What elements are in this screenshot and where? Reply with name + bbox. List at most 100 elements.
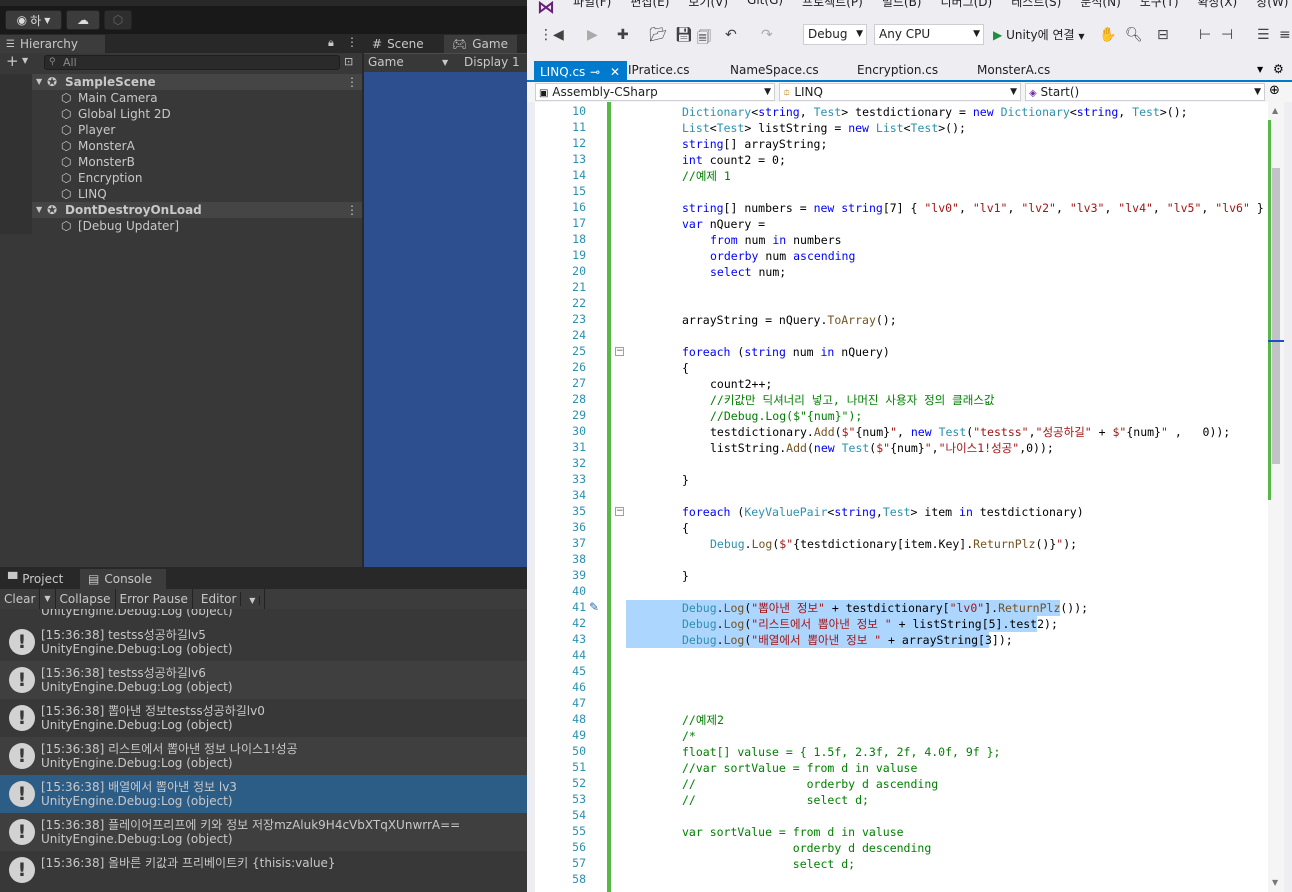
- scroll-down-icon[interactable]: ▼: [1272, 878, 1278, 887]
- new-item-icon[interactable]: ✚: [617, 27, 629, 43]
- menu-item[interactable]: 빌드(B): [882, 0, 922, 10]
- clear-options-dropdown[interactable]: ▼: [40, 589, 56, 609]
- collab-button[interactable]: ⬡: [104, 10, 132, 30]
- code-token: Dictionary: [682, 105, 752, 119]
- project-dropdown[interactable]: ▣ Assembly-CSharp ▼: [535, 83, 775, 101]
- scroll-up-icon[interactable]: ▲: [1272, 106, 1278, 115]
- code-token: foreach: [682, 505, 731, 519]
- tab-label: MonsterA.cs: [977, 63, 1051, 77]
- editor-vertical-scrollbar[interactable]: ▲ ▼: [1268, 102, 1284, 892]
- add-icon[interactable]: +: [6, 52, 19, 70]
- menu-item[interactable]: Git(G): [747, 0, 783, 10]
- tab-overflow-icon[interactable]: ▼: [1257, 65, 1263, 74]
- cloud-button[interactable]: ☁: [66, 10, 100, 30]
- hierarchy-item[interactable]: ⬡ Player: [0, 122, 362, 138]
- more-menu-icon[interactable]: ⋮: [346, 202, 358, 218]
- back-icon[interactable]: ◀: [553, 27, 564, 43]
- code-token: from: [710, 233, 738, 247]
- menu-item[interactable]: 테스트(S): [1011, 0, 1061, 10]
- clear-button[interactable]: Clear: [0, 589, 41, 609]
- console-log-entry[interactable]: ! [15:36:38] 올바른 키값과 프리베이트키 {thisis:value…: [0, 851, 527, 889]
- console-log-entry[interactable]: ! [15:36:38] testss성공하길lv6 UnityEngine.Deb…: [0, 661, 527, 699]
- hierarchy-item[interactable]: ⬡ Main Camera: [0, 90, 362, 106]
- hierarchy-item[interactable]: ⬡ Global Light 2D: [0, 106, 362, 122]
- menu-item[interactable]: 창(W): [1256, 0, 1288, 10]
- console-log-entry[interactable]: ! [15:36:38] 뽑아낸 정보testss성공하길lv0 UnityEngi…: [0, 699, 527, 737]
- display-dropdown[interactable]: Display 1: [464, 55, 520, 69]
- bookmark-next-icon[interactable]: ⊣: [1221, 27, 1233, 43]
- hierarchy-scene-row[interactable]: ▼ ✪ DontDestroyOnLoad ⋮: [0, 202, 362, 218]
- console-log-entry[interactable]: ! [15:36:38] 배열에서 뽑아낸 정보 lv3 UnityEngine.D…: [0, 775, 527, 813]
- expand-arrow-icon[interactable]: ▼: [36, 202, 42, 218]
- console-log-entry[interactable]: ! [15:36:38] 플레이어프리프에 키와 정보 저장mzAluk9H4cV…: [0, 813, 527, 851]
- editor-dropdown[interactable]: Editor ▼: [193, 589, 266, 609]
- code-editor[interactable]: 10 Dictionary<string, Test> testdictionar…: [535, 102, 1268, 892]
- game-view-dropdown[interactable]: Game: [368, 55, 404, 69]
- configuration-dropdown[interactable]: Debug ▼: [803, 24, 867, 45]
- code-line: var nQuery =: [535, 216, 1268, 232]
- code-token: ReturnPlz: [973, 537, 1036, 551]
- tab-scene[interactable]: # Scene: [364, 35, 444, 53]
- tab-project[interactable]: ▀ Project: [0, 569, 71, 589]
- account-button[interactable]: ◉ 하 ▼: [5, 10, 62, 30]
- platform-dropdown[interactable]: Any CPU ▼: [874, 24, 984, 45]
- settings-icon[interactable]: ⚙: [1273, 62, 1284, 76]
- console-log-entry[interactable]: ! [15:36:38] testss성공하길lv5 UnityEngine.Deb…: [0, 623, 527, 661]
- collapse-button[interactable]: Collapse: [56, 589, 116, 609]
- menu-item[interactable]: 프로젝트(P): [802, 0, 863, 10]
- save-all-icon[interactable]: 🗐: [697, 27, 711, 51]
- window-layout-icon[interactable]: ⊟: [1157, 27, 1169, 43]
- find-in-files-icon[interactable]: 🔍︎: [1125, 27, 1143, 43]
- class-dropdown[interactable]: ⯐ LINQ ▼: [779, 83, 1021, 101]
- comment-icon[interactable]: ☰: [1257, 27, 1270, 43]
- hierarchy-item[interactable]: ⬡ MonsterA: [0, 138, 362, 154]
- member-dropdown[interactable]: ◈ Start() ▼: [1025, 83, 1265, 101]
- scrollbar-thumb[interactable]: [1272, 168, 1280, 464]
- hierarchy-item[interactable]: ⬡ LINQ: [0, 186, 362, 202]
- more-menu-icon[interactable]: ⋮: [346, 74, 358, 90]
- tab-namespace-cs[interactable]: NameSpace.cs: [724, 61, 819, 80]
- hierarchy-scene-row[interactable]: ▼ ✪ SampleScene ⋮: [0, 74, 362, 90]
- chevron-down-icon[interactable]: ▼: [22, 56, 28, 65]
- menu-item[interactable]: 디버그(D): [941, 0, 993, 10]
- tab-linq-cs[interactable]: LINQ.cs ⊸ ✕: [534, 61, 627, 80]
- tab-game[interactable]: 🎮︎ Game: [444, 35, 517, 53]
- menu-item[interactable]: 편집(E): [630, 0, 669, 10]
- search-scene-icon[interactable]: ⊡: [344, 55, 353, 68]
- more-menu-icon[interactable]: ⋮: [346, 35, 358, 49]
- hierarchy-search-input[interactable]: ⚲ All: [44, 55, 340, 70]
- quick-actions-icon[interactable]: ✎: [589, 600, 599, 614]
- menu-item[interactable]: 도구(T): [1140, 0, 1179, 10]
- console-log-entry[interactable]: ! [15:36:38] 리스트에서 뽑아낸 정보 나이스1!성공 UnityEng…: [0, 737, 527, 775]
- hierarchy-item[interactable]: ⬡ Encryption: [0, 170, 362, 186]
- menu-item[interactable]: 파일(F): [573, 0, 611, 10]
- hierarchy-item[interactable]: ⬡ MonsterB: [0, 154, 362, 170]
- tab-hierarchy[interactable]: ☰ Hierarchy: [0, 35, 105, 53]
- open-icon[interactable]: 📂︎: [649, 27, 667, 43]
- save-icon[interactable]: 💾︎: [675, 27, 693, 43]
- tab-monstera-cs[interactable]: MonsterA.cs: [971, 61, 1050, 80]
- forward-icon[interactable]: ▶: [587, 27, 598, 43]
- tab-ipratice-cs[interactable]: IPratice.cs: [622, 61, 690, 80]
- split-editor-icon[interactable]: ⊕: [1269, 83, 1280, 98]
- menu-item[interactable]: 확장(X): [1198, 0, 1238, 10]
- hot-reload-icon[interactable]: ✋: [1099, 27, 1116, 43]
- start-debug-button[interactable]: ▶ Unity에 연결 ▼: [993, 26, 1085, 43]
- lock-icon[interactable]: 🔒︎: [328, 36, 334, 50]
- console-partial-entry[interactable]: UnityEngine.Debug:Log (object): [0, 609, 527, 623]
- bookmark-icon[interactable]: ⊢: [1199, 27, 1211, 43]
- play-icon: ▶: [993, 28, 1003, 42]
- undo-icon[interactable]: ↶: [725, 27, 737, 43]
- tab-console[interactable]: ▤ Console: [80, 569, 166, 589]
- expand-arrow-icon[interactable]: ▼: [36, 74, 42, 90]
- uncomment-icon[interactable]: ≡: [1279, 27, 1291, 43]
- hierarchy-item[interactable]: ⬡ [Debug Updater]: [0, 218, 362, 234]
- hierarchy-list: ▼ ✪ SampleScene ⋮ ⬡ Main Camera ⬡ Global Light …: [0, 74, 362, 234]
- error-pause-button[interactable]: Error Pause: [116, 589, 193, 609]
- menu-item[interactable]: 보기(V): [688, 0, 728, 10]
- menu-item[interactable]: 분석(N): [1080, 0, 1120, 10]
- code-line: /*: [535, 728, 1268, 744]
- tab-encryption-cs[interactable]: Encryption.cs: [851, 61, 938, 80]
- code-line: string[] arrayString;: [535, 136, 1268, 152]
- redo-icon[interactable]: ↷: [761, 27, 773, 43]
